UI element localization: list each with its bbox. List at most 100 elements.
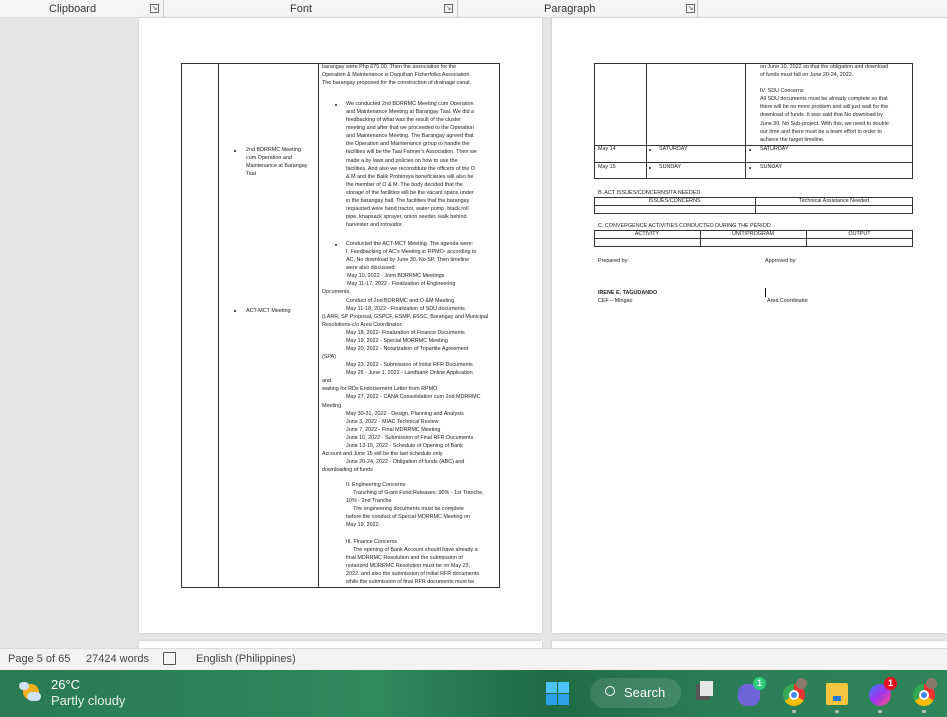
text-line: All SDU documents must be already comple… — [760, 96, 888, 103]
text-line: pipe, knapsack sprayer, onion seeder, wa… — [346, 214, 467, 221]
running-indicator — [878, 710, 882, 713]
approver-title: Area Coordinator — [767, 298, 809, 304]
text-line: storage of the facilities will be the va… — [346, 189, 474, 196]
profile-avatar — [926, 678, 937, 689]
file-explorer-icon[interactable] — [826, 683, 848, 705]
text-line: facilities will be the Taal Farmer's Ass… — [346, 149, 477, 156]
bullet — [234, 150, 236, 152]
text-line: facilities. And also we reconstitute the… — [346, 165, 476, 172]
text-line: June 7, 2022 - Final MDRRMC Meeting — [346, 426, 441, 433]
windows-start-icon[interactable] — [546, 682, 569, 705]
text-line: on June 10, 2022 so that the obligation … — [760, 64, 888, 70]
text-line: the Operation and Maintenance group to h… — [346, 141, 470, 148]
word-count[interactable]: 27424 words — [86, 653, 149, 665]
activity-item-bdrrmc: 2nd BDRRMC Meeting cum Operation and Maint… — [246, 146, 307, 178]
text-line: requested were hand tractor, water pump,… — [346, 206, 469, 213]
table-row-date: May 15 — [598, 164, 616, 170]
text-line: (LARR, SP Proposal, GSPCF, ESMP, ESSC, B… — [322, 313, 489, 320]
proofing-book-icon[interactable] — [163, 652, 176, 665]
language-indicator[interactable]: English (Philippines) — [196, 653, 296, 665]
text-line: & M and the Balik Probinsya beneficiarie… — [346, 173, 474, 180]
text-line: 2022. and also the submission of initial… — [346, 570, 480, 577]
text-line: made a by laws and policies on how to us… — [346, 157, 458, 164]
bullet — [749, 167, 751, 169]
table-cell: SUNDAY — [659, 164, 682, 170]
text-line: achieve the target timeline. — [760, 136, 825, 143]
text-line: before the conduct of Special MDRRMC Mee… — [346, 514, 471, 521]
text-line: III. Finance Concerns — [346, 538, 398, 545]
bullet — [234, 310, 236, 312]
text-line: Taal — [246, 171, 256, 178]
messenger-badge: 1 — [884, 677, 897, 690]
text-line: and Maintenance Meeting. The Barangay ag… — [346, 133, 474, 140]
table-cell: SATURDAY — [760, 146, 789, 152]
issues-header: ISSUES/CONCERNS — [648, 198, 701, 204]
partly-cloudy-weather-icon[interactable] — [19, 680, 43, 704]
table-cell: SUNDAY — [760, 164, 783, 170]
table-row-divider — [594, 145, 913, 146]
teams-badge: 1 — [753, 677, 766, 690]
text-line: 2nd BDRRMC Meeting — [246, 147, 301, 153]
sdu-concerns-paragraph: on June 10, 2022 so that the obligation … — [760, 63, 889, 144]
preparer-name: IRENE E. TAGUDANDO — [598, 290, 658, 296]
weather-description[interactable]: Partly cloudy — [51, 693, 125, 708]
text-line: Account and June 15 will be the last sch… — [322, 451, 444, 458]
table-row-divider — [594, 238, 913, 239]
text-line: notarized MDRRMC Resolution must be on M… — [346, 562, 471, 569]
table-cell: SATURDAY — [659, 146, 688, 152]
table-col-divider — [318, 63, 319, 588]
text-line: waiting for RDs Endorsement Letter from … — [322, 386, 438, 393]
ribbon-group-clipboard: Clipboard — [49, 3, 97, 15]
divider — [163, 0, 164, 18]
bdrrmc-meeting-paragraph: We conducted 2nd BDRRMC Meeting cum Oper… — [346, 100, 477, 229]
output-header: OUTPUT — [848, 231, 871, 237]
text-line: final MDRRMC Resolution and the submissi… — [346, 554, 463, 561]
ribbon-group-font: Font — [290, 3, 313, 15]
text-line: Conduct of 2nd BDRRMC and O &M Meeting — [346, 297, 455, 304]
text-line: I. Feedbacking of AC's Meeting in RPMO- … — [346, 249, 477, 256]
text-line: May 19, 2022 - Special MDRRMC Meeting — [346, 337, 448, 344]
text-line: in the barangay hall. The facilities tha… — [346, 197, 470, 204]
text-line: meeting and after that we proceeded to t… — [346, 125, 474, 132]
activity-header: ACTIVITY — [634, 231, 660, 237]
search-icon — [605, 686, 615, 696]
clipboard-dialog-launcher-icon[interactable]: ↘ — [150, 4, 159, 13]
text-line: May 23, 2022 - Submission of Initial RFR… — [346, 362, 473, 369]
text-line: harvester and rotovator. — [346, 222, 403, 229]
text-line: The engineering documents must be comple… — [353, 506, 464, 513]
text-line — [346, 529, 484, 537]
running-indicator — [792, 710, 796, 713]
paragraph-dialog-launcher-icon[interactable]: ↘ — [686, 4, 695, 13]
activity-item-act-mct: ACT-MCT Meeting — [246, 308, 291, 314]
text-line: May 10, 2022 - Joint BDRRMC Meetings — [347, 273, 445, 280]
bullet — [749, 149, 751, 151]
page-count[interactable]: Page 5 of 65 — [8, 653, 70, 665]
divider — [457, 0, 458, 18]
text-line: 10% - 2nd Tranche — [346, 498, 392, 505]
text-line: Tranching of Grant Fund Releases: 90% - … — [353, 490, 484, 497]
text-line: The barangay proposed for the constructi… — [322, 80, 471, 87]
page-8 — [552, 641, 947, 648]
section-b-title: B. ACT ISSUES/CONCERNS/TA NEEDED — [598, 190, 701, 196]
text-line: download of funds. It was said that No d… — [760, 112, 883, 119]
task-view-icon[interactable] — [696, 681, 713, 700]
font-dialog-launcher-icon[interactable]: ↘ — [444, 4, 453, 13]
bullet — [649, 167, 651, 169]
text-line: June 10, 2022 - Submission of Final RFR … — [346, 434, 474, 441]
table-row-divider — [594, 162, 913, 163]
taskbar-search-box[interactable]: Search — [590, 678, 681, 708]
text-line: June 13-15, 2022 - Schedule of Opening o… — [346, 442, 463, 449]
text-line: our time and there must be a team effort… — [760, 128, 882, 135]
table-col-divider — [218, 63, 219, 588]
table-row-divider — [594, 205, 913, 206]
divider — [697, 0, 698, 18]
text-cursor — [765, 288, 766, 297]
search-label: Search — [624, 685, 666, 700]
weather-temperature[interactable]: 26°C — [51, 677, 80, 692]
text-line: II. Engineering Concerns — [346, 482, 406, 488]
text-line: May 19, 2022. — [346, 522, 381, 529]
act-mct-agenda: Conducted the ACT-MCT Meeting. The agend… — [322, 240, 488, 474]
ribbon-group-paragraph: Paragraph — [544, 3, 596, 15]
text-line: of funds must fall on June 20-24, 2022. — [760, 72, 854, 79]
text-line: May 30-31, 2022 - Design, Planning and A… — [346, 410, 464, 417]
